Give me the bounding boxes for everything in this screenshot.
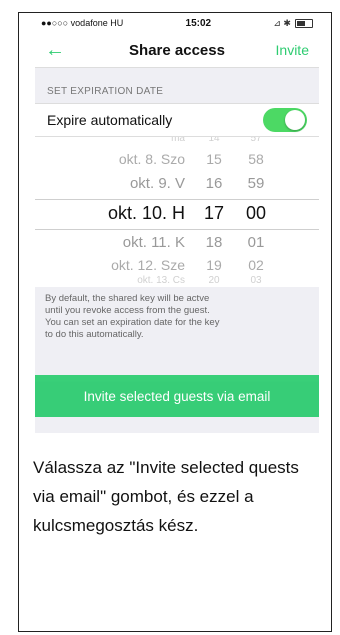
picker-row[interactable]: okt. 12. Sze 19 02 <box>35 257 319 273</box>
picker-minute: 01 <box>247 234 265 251</box>
picker-hour: 15 <box>206 151 222 167</box>
picker-minute: 03 <box>250 275 262 286</box>
instruction-caption: Válassza az "Invite selected quests via … <box>33 458 299 535</box>
back-arrow-icon[interactable]: ← <box>45 39 85 62</box>
footer-line: until you revoke access from the guest. <box>45 304 210 316</box>
battery-icon <box>294 18 313 28</box>
footer-line: You can set an expiration date for the k… <box>45 316 220 328</box>
picker-hour: 18 <box>205 234 223 251</box>
picker-row[interactable]: okt. 9. V 16 59 <box>35 175 319 192</box>
status-right: ⊿ ✱ <box>273 18 313 29</box>
picker-day: okt. 8. Szo <box>118 151 185 167</box>
status-bar: ●●○○○ vodafone HU 15:02 ⊿ ✱ <box>35 13 319 33</box>
footer-info-text: By default, the shared key will be actve… <box>35 287 319 347</box>
date-time-picker[interactable]: ma 14 57 okt. 8. Szo 15 58 okt. 9. V 16 … <box>35 137 319 287</box>
nav-bar: ← Share access Invite <box>35 33 319 68</box>
invite-selected-guests-label: Invite selected guests via email <box>83 388 271 404</box>
picker-selection-bottom-line <box>35 229 319 230</box>
expire-toggle[interactable] <box>263 108 307 132</box>
location-bluetooth-icons: ⊿ ✱ <box>273 17 291 28</box>
carrier-label: ●●○○○ vodafone HU <box>41 18 124 28</box>
phone-screen: ●●○○○ vodafone HU 15:02 ⊿ ✱ ← Share acce… <box>35 13 319 433</box>
footer-line: to do this automatically. <box>45 328 144 340</box>
invite-button[interactable]: Invite <box>269 42 309 58</box>
picker-selection-top-line <box>35 199 319 200</box>
picker-day: okt. 13. Cs <box>137 275 185 286</box>
page-title: Share access <box>129 41 225 59</box>
picker-row[interactable]: okt. 13. Cs 20 03 <box>35 275 319 286</box>
picker-row[interactable]: okt. 11. K 18 01 <box>35 234 319 251</box>
status-time: 15:02 <box>185 17 212 29</box>
picker-hour: 20 <box>208 275 220 286</box>
expire-row: Expire automatically <box>35 103 319 137</box>
section-header: SET EXPIRATION DATE <box>47 86 164 97</box>
picker-day-selected: okt. 10. H <box>107 203 185 223</box>
picker-minute: 02 <box>248 257 264 273</box>
footer-line: By default, the shared key will be actve <box>45 293 210 304</box>
picker-hour: 14 <box>208 137 220 144</box>
invite-selected-guests-button[interactable]: Invite selected guests via email <box>35 375 319 417</box>
picker-day: okt. 11. K <box>122 234 185 251</box>
picker-day: okt. 9. V <box>129 175 185 192</box>
picker-day: okt. 12. Sze <box>111 257 185 273</box>
picker-row[interactable]: ma 14 57 <box>35 137 319 144</box>
picker-minute: 59 <box>247 175 265 192</box>
picker-hour: 16 <box>205 175 223 192</box>
picker-row-selected[interactable]: okt. 10. H 17 00 <box>35 203 319 224</box>
expire-label: Expire automatically <box>47 112 173 128</box>
picker-minute: 57 <box>250 137 262 144</box>
picker-row[interactable]: okt. 8. Szo 15 58 <box>35 151 319 167</box>
tutorial-frame: ●●○○○ vodafone HU 15:02 ⊿ ✱ ← Share acce… <box>18 12 332 632</box>
picker-day: ma <box>171 137 185 144</box>
picker-minute-selected: 00 <box>245 203 267 223</box>
picker-hour: 19 <box>206 257 222 273</box>
status-left: ●●○○○ vodafone HU <box>41 18 123 28</box>
picker-hour-selected: 17 <box>203 203 225 223</box>
picker-minute: 58 <box>248 151 264 167</box>
